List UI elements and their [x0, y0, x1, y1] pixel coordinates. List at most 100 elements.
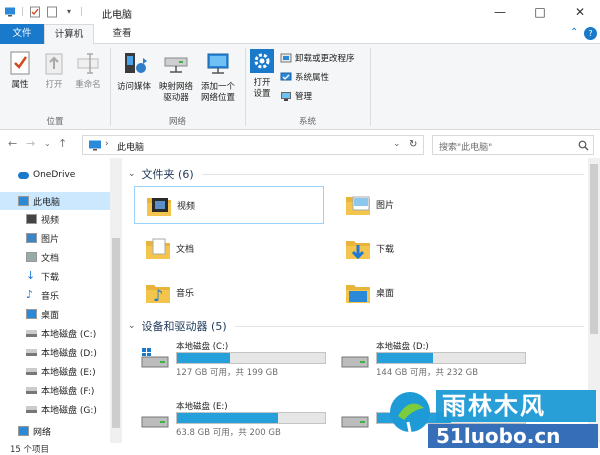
sidebar-item-label: 桌面 — [41, 310, 60, 321]
sidebar-item[interactable]: 本地磁盘 (F:) — [0, 381, 122, 399]
breadcrumb-chevron-icon[interactable]: › — [105, 139, 109, 149]
drive-usage-fill — [377, 353, 434, 363]
drive-icon — [26, 329, 37, 337]
sidebar-item[interactable]: 此电脑 — [0, 192, 122, 210]
sidebar-item[interactable]: ♪ 音乐 — [0, 286, 122, 304]
sidebar-item[interactable]: 桌面 — [0, 305, 122, 323]
sidebar-item[interactable]: 本地磁盘 (C:) — [0, 324, 122, 342]
chevron-up-icon[interactable]: ⌃ — [570, 27, 578, 38]
forward-icon[interactable]: → — [26, 137, 35, 150]
folder-item[interactable]: 视频 — [134, 186, 324, 224]
manage-button[interactable]: 管理 — [280, 89, 312, 103]
computer-icon — [18, 196, 29, 206]
search-icon[interactable] — [578, 140, 589, 151]
window-title: 此电脑 — [102, 10, 132, 21]
navigation-bar: ← → ⌄ ↑ › 此电脑 ⌄ ↻ 搜索"此电脑" — [0, 131, 600, 157]
tab-computer[interactable]: 计算机 — [44, 24, 94, 45]
up-icon[interactable]: ↑ — [58, 137, 67, 150]
folder-name: 桌面 — [376, 289, 395, 299]
computer-icon — [5, 7, 15, 17]
scrollbar-thumb[interactable] — [590, 164, 598, 334]
search-input[interactable]: 搜索"此电脑" — [432, 135, 594, 155]
add-network-location-icon — [207, 53, 229, 74]
sidebar-item-label: 图片 — [41, 234, 60, 245]
properties-icon[interactable] — [29, 6, 41, 18]
address-bar[interactable]: › 此电脑 ⌄ ↻ — [82, 135, 424, 155]
drive-usage-bar — [376, 352, 526, 364]
sidebar-item[interactable]: OneDrive — [0, 166, 122, 184]
help-button[interactable]: ? — [584, 27, 597, 40]
sidebar-scrollbar[interactable] — [110, 158, 122, 443]
properties-button[interactable]: 属性 — [6, 50, 34, 91]
drive-item[interactable]: 本地磁盘 (D:) 144 GB 可用，共 232 GB — [334, 338, 529, 378]
minimize-button[interactable]: — — [480, 0, 520, 24]
sidebar-item[interactable]: 视频 — [0, 210, 122, 228]
computer-icon — [89, 140, 101, 151]
drive-item[interactable]: 本地磁盘 (C:) 127 GB 可用，共 199 GB — [134, 338, 329, 378]
sidebar-item-label: 本地磁盘 (E:) — [41, 367, 96, 378]
access-media-button[interactable]: 访问媒体 — [113, 48, 155, 93]
chevron-down-icon[interactable]: ⌄ — [393, 139, 401, 149]
hard-drive-icon — [141, 416, 169, 428]
close-button[interactable]: ✕ — [560, 0, 600, 24]
sidebar-item-label: 本地磁盘 (F:) — [41, 386, 95, 397]
rename-button[interactable]: 重命名 — [70, 50, 106, 91]
manage-icon — [281, 92, 291, 101]
music-icon: ♪ — [26, 288, 34, 301]
back-icon[interactable]: ← — [8, 137, 17, 150]
maximize-button[interactable]: □ — [520, 0, 560, 24]
sidebar-item[interactable]: 文档 — [0, 248, 122, 266]
sidebar-item[interactable]: 本地磁盘 (G:) — [0, 400, 122, 418]
sidebar-item[interactable]: ↓ 下载 — [0, 267, 122, 285]
chevron-down-icon[interactable]: ⌄ — [44, 139, 51, 148]
folder-item[interactable]: 下载 — [334, 230, 524, 268]
folder-item[interactable]: 文档 — [134, 230, 324, 268]
refresh-icon[interactable]: ↻ — [409, 139, 417, 150]
group-divider — [370, 48, 371, 126]
group-location-label: 位置 — [46, 117, 64, 127]
folder-item[interactable]: 图片 — [334, 186, 524, 224]
search-placeholder: 搜索"此电脑" — [439, 143, 493, 153]
folder-name: 音乐 — [176, 289, 195, 299]
download-icon: ↓ — [26, 269, 36, 282]
ribbon-tabs: 文件 计算机 查看 ⌃ ? — [0, 24, 600, 45]
rename-icon — [77, 53, 99, 74]
new-folder-icon[interactable] — [46, 6, 58, 18]
downloads-folder-icon — [346, 241, 370, 260]
manage-label: 管理 — [295, 92, 313, 102]
tab-view[interactable]: 查看 — [102, 24, 142, 44]
system-properties-button[interactable]: 系统属性 — [280, 70, 329, 84]
uninstall-button[interactable]: 卸载或更改程序 — [280, 51, 355, 65]
title-bar: | ▾ | 此电脑 — □ ✕ — [0, 0, 600, 24]
chevron-down-icon[interactable]: ⌄ — [128, 321, 136, 331]
section-drives[interactable]: ⌄ 设备和驱动器 (5) — [128, 318, 584, 334]
breadcrumb[interactable]: 此电脑 — [117, 140, 144, 153]
sidebar-item[interactable]: 网络 — [0, 422, 122, 440]
sidebar-item[interactable]: 本地磁盘 (D:) — [0, 343, 122, 361]
sidebar-item[interactable]: 本地磁盘 (E:) — [0, 362, 122, 380]
scrollbar-thumb[interactable] — [112, 238, 120, 428]
open-settings-label-2: 设置 — [253, 89, 271, 99]
chevron-down-icon[interactable]: ▾ — [63, 6, 75, 18]
folder-name: 下载 — [376, 245, 395, 255]
hard-drive-icon — [341, 416, 369, 428]
tab-file[interactable]: 文件 — [0, 24, 44, 44]
folder-item[interactable]: ♪ 音乐 — [134, 274, 324, 312]
add-network-location-button[interactable]: 添加一个 网络位置 — [196, 48, 240, 104]
map-drive-button[interactable]: 映射网络 驱动器 — [155, 48, 197, 104]
document-icon — [26, 252, 37, 262]
drive-icon — [26, 386, 37, 394]
sidebar-item-label: 本地磁盘 (D:) — [41, 348, 97, 359]
video-folder-icon — [147, 198, 171, 216]
drive-item[interactable]: 本地磁盘 (E:) 63.8 GB 可用，共 200 GB — [134, 398, 329, 438]
open-settings-button[interactable]: 打开 设置 — [247, 48, 277, 100]
open-button[interactable]: 打开 — [40, 50, 68, 91]
folder-item[interactable]: 桌面 — [334, 274, 524, 312]
svg-text:♪: ♪ — [153, 286, 163, 305]
navigation-pane: OneDrive 此电脑 视频图片文档 ↓ 下载 ♪ 音乐桌面本地磁盘 (C:) 本地磁盘 (… — [0, 158, 122, 443]
chevron-down-icon[interactable]: ⌄ — [128, 169, 136, 179]
properties-label: 属性 — [11, 80, 29, 90]
section-folders[interactable]: ⌄ 文件夹 (6) — [128, 166, 584, 182]
drive-free-space: 144 GB 可用，共 232 GB — [376, 368, 479, 378]
sidebar-item[interactable]: 图片 — [0, 229, 122, 247]
